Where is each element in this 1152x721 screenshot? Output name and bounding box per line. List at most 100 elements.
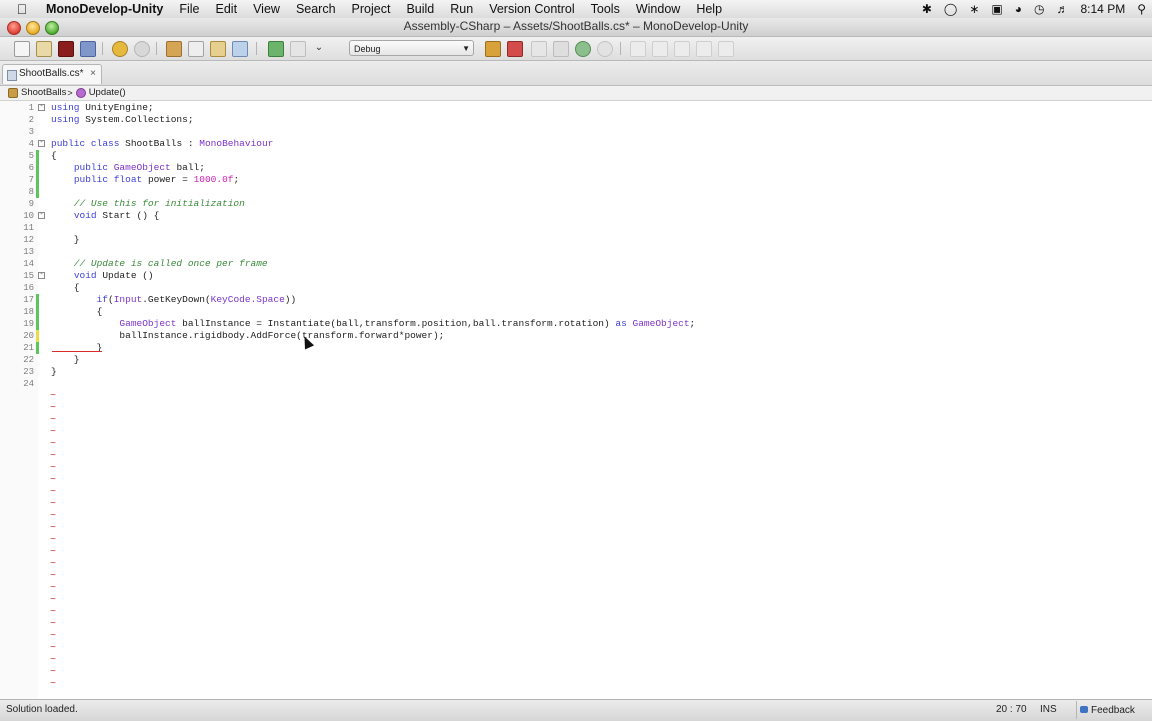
- redo-icon[interactable]: [134, 41, 150, 57]
- menu-file[interactable]: File: [171, 2, 207, 16]
- code-line[interactable]: 2 using System.Collections;: [0, 114, 1152, 126]
- code-text: ballInstance.rigidbody.AddForce(transfor…: [51, 330, 445, 341]
- chevron-down-icon[interactable]: ⌄: [312, 41, 326, 55]
- breadcrumb-class-label: ShootBalls: [21, 87, 67, 98]
- code-line[interactable]: 3: [0, 126, 1152, 138]
- step-over-icon[interactable]: [531, 41, 547, 57]
- code-line[interactable]: 8: [0, 186, 1152, 198]
- code-editor[interactable]: 1 - using UnityEngine; 2 using System.Co…: [0, 101, 1152, 699]
- empty-line-marker: ~: [50, 451, 57, 462]
- code-line[interactable]: 18 {: [0, 306, 1152, 318]
- copy-icon[interactable]: [188, 41, 204, 57]
- configuration-select[interactable]: Debug ▼: [349, 40, 474, 56]
- code-line[interactable]: 5 {: [0, 150, 1152, 162]
- wifi-icon[interactable]: ◕: [1015, 2, 1022, 16]
- apple-menu-icon[interactable]: : [14, 1, 30, 17]
- empty-line-marker: ~: [50, 667, 57, 678]
- code-line[interactable]: 23 }: [0, 366, 1152, 378]
- code-line[interactable]: 19 GameObject ballInstance = Instantiate…: [0, 318, 1152, 330]
- fold-toggle-icon[interactable]: -: [38, 104, 45, 111]
- save-icon[interactable]: [58, 41, 74, 57]
- code-line[interactable]: 13: [0, 246, 1152, 258]
- run-icon[interactable]: [485, 41, 501, 57]
- menu-search[interactable]: Search: [288, 2, 344, 16]
- menu-view[interactable]: View: [245, 2, 288, 16]
- empty-line-marker: ~: [50, 415, 57, 426]
- code-line[interactable]: 21 }: [0, 342, 1152, 354]
- fold-toggle-icon[interactable]: -: [38, 140, 45, 147]
- feedback-button[interactable]: Feedback: [1076, 701, 1135, 719]
- code-line[interactable]: 6 public GameObject ball;: [0, 162, 1152, 174]
- sync-icon[interactable]: ◯: [944, 2, 957, 16]
- breadcrumb-separator: >: [67, 88, 73, 98]
- code-line[interactable]: 11: [0, 222, 1152, 234]
- close-icon[interactable]: ×: [90, 65, 96, 83]
- align-icon[interactable]: [630, 41, 646, 57]
- menu-project[interactable]: Project: [344, 2, 399, 16]
- step-out-icon[interactable]: [575, 41, 591, 57]
- indent-icon[interactable]: [652, 41, 668, 57]
- stop-icon[interactable]: [597, 41, 613, 57]
- code-line[interactable]: 7 public float power = 1000.0f;: [0, 174, 1152, 186]
- outdent-icon[interactable]: [674, 41, 690, 57]
- volume-icon[interactable]: ♬: [1057, 2, 1069, 16]
- build-disabled-icon[interactable]: [290, 41, 306, 57]
- code-line[interactable]: 16 {: [0, 282, 1152, 294]
- code-line[interactable]: 9 // Use this for initialization: [0, 198, 1152, 210]
- spotlight-search-icon[interactable]: ⚲: [1137, 2, 1146, 16]
- code-line[interactable]: 1 - using UnityEngine;: [0, 102, 1152, 114]
- code-line[interactable]: 15 - void Update (): [0, 270, 1152, 282]
- debug-icon[interactable]: [507, 41, 523, 57]
- line-number: 19: [23, 319, 34, 329]
- change-marker: [36, 306, 39, 318]
- menu-run[interactable]: Run: [442, 2, 481, 16]
- code-line[interactable]: 4 - public class ShootBalls : MonoBehavi…: [0, 138, 1152, 150]
- build-icon[interactable]: [268, 41, 284, 57]
- code-text: {: [51, 306, 103, 317]
- display-icon[interactable]: ▣: [991, 2, 1002, 16]
- cut-icon[interactable]: [166, 41, 182, 57]
- menu-tools[interactable]: Tools: [583, 2, 628, 16]
- fold-toggle-icon[interactable]: -: [38, 272, 45, 279]
- menu-edit[interactable]: Edit: [208, 2, 246, 16]
- empty-line-marker: ~: [50, 523, 57, 534]
- time-machine-icon[interactable]: ◷: [1034, 2, 1044, 16]
- step-into-icon[interactable]: [553, 41, 569, 57]
- gear-icon[interactable]: ✱: [922, 2, 932, 16]
- breadcrumb-class[interactable]: ShootBalls: [0, 86, 66, 100]
- code-line[interactable]: 22 }: [0, 354, 1152, 366]
- undo-icon[interactable]: [112, 41, 128, 57]
- menu-build[interactable]: Build: [398, 2, 442, 16]
- fold-toggle-icon[interactable]: -: [38, 212, 45, 219]
- code-line[interactable]: 24: [0, 378, 1152, 390]
- menu-version-control[interactable]: Version Control: [481, 2, 582, 16]
- chevron-down-icon: ▼: [462, 44, 470, 53]
- menu-app[interactable]: MonoDevelop-Unity: [40, 2, 171, 16]
- document-icon[interactable]: [232, 41, 248, 57]
- empty-line-marker: ~: [50, 403, 57, 414]
- code-line[interactable]: 12 }: [0, 234, 1152, 246]
- breadcrumb-method[interactable]: Update(): [74, 86, 126, 100]
- bookmark-icon[interactable]: [696, 41, 712, 57]
- new-file-icon[interactable]: [14, 41, 30, 57]
- menu-window[interactable]: Window: [628, 2, 688, 16]
- bluetooth-icon[interactable]: ∗: [969, 2, 979, 16]
- code-line[interactable]: 17 if(Input.GetKeyDown(KeyCode.Space)): [0, 294, 1152, 306]
- change-marker: [36, 186, 39, 198]
- line-number: 8: [28, 187, 34, 197]
- code-line-current[interactable]: 20 ballInstance.rigidbody.AddForce(trans…: [0, 330, 1152, 342]
- paste-icon[interactable]: [210, 41, 226, 57]
- empty-line-marker: ~: [50, 463, 57, 474]
- code-line[interactable]: 10 - void Start () {: [0, 210, 1152, 222]
- insert-mode-indicator[interactable]: INS: [1040, 704, 1057, 715]
- change-marker: [36, 294, 39, 306]
- open-file-icon[interactable]: [36, 41, 52, 57]
- menu-help[interactable]: Help: [688, 2, 730, 16]
- status-bar: Solution loaded. 20 : 70 INS Feedback: [0, 699, 1152, 721]
- comment-icon[interactable]: [718, 41, 734, 57]
- toolbar-separator: [102, 42, 103, 55]
- code-line[interactable]: 14 // Update is called once per frame: [0, 258, 1152, 270]
- save-all-icon[interactable]: [80, 41, 96, 57]
- tab-shootballs[interactable]: ShootBalls.cs* ×: [2, 64, 102, 84]
- clock[interactable]: 8:14 PM: [1081, 2, 1126, 16]
